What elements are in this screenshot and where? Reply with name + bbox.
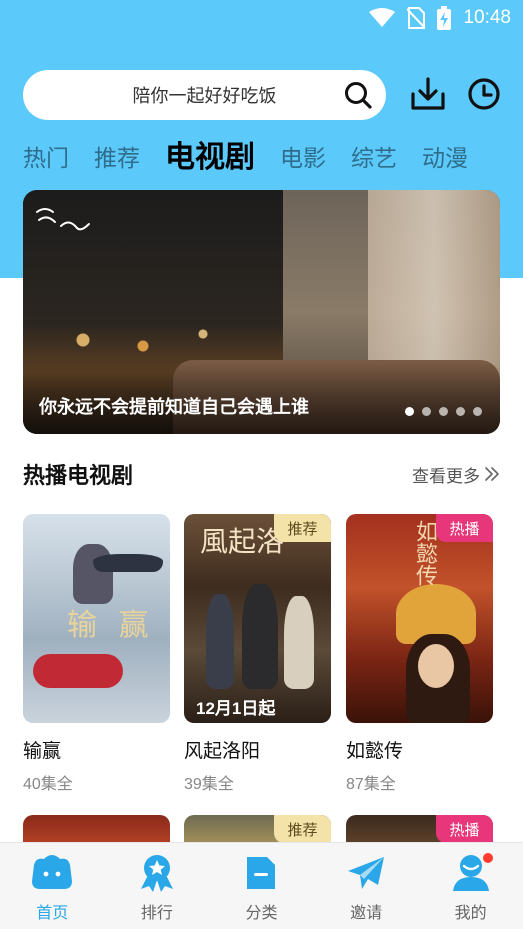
recommend-badge: 推荐	[274, 815, 331, 843]
tab-anime[interactable]: 动漫	[422, 138, 468, 178]
poster-figure	[73, 544, 113, 604]
download-icon[interactable]	[410, 76, 446, 112]
see-more-link[interactable]: 查看更多	[412, 462, 500, 487]
banner-show-logo	[36, 208, 90, 231]
nav-category[interactable]: 分类	[209, 843, 314, 929]
poster-card[interactable]: 風起洛 12月1日起 推荐	[184, 514, 331, 723]
featured-banner[interactable]: 你永远不会提前知道自己会遇上谁	[23, 190, 500, 434]
poster-figure	[33, 654, 123, 688]
category-tabs: 热门 推荐 电视剧 电影 综艺 动漫	[23, 134, 493, 178]
hot-badge: 热播	[436, 815, 493, 843]
double-chevron-right-icon	[485, 467, 499, 481]
banner-dot[interactable]	[456, 407, 465, 416]
poster-card[interactable]: 输 赢	[23, 514, 170, 723]
nav-label: 邀请	[350, 905, 383, 922]
notification-dot	[483, 853, 494, 863]
banner-pagination	[405, 407, 482, 416]
category-folder-icon	[247, 857, 276, 889]
tab-recommend[interactable]: 推荐	[94, 138, 140, 178]
poster-figure	[206, 594, 234, 689]
no-sim-icon	[407, 7, 426, 29]
nav-label: 排行	[140, 905, 173, 922]
ranking-medal-icon	[140, 855, 173, 892]
poster-title-art: 输 赢	[67, 608, 155, 643]
poster-figure	[93, 554, 163, 572]
search-placeholder: 陪你一起好好吃饭	[132, 86, 277, 106]
tab-variety[interactable]: 综艺	[351, 138, 397, 178]
nav-profile[interactable]: 我的	[418, 843, 523, 929]
poster-figure	[418, 644, 454, 688]
poster-figure	[284, 596, 314, 689]
nav-label: 首页	[36, 905, 69, 922]
status-time: 10:48	[463, 7, 511, 28]
card-episodes: 39集全	[184, 776, 234, 793]
nav-label: 我的	[454, 905, 487, 922]
tab-tv-series[interactable]: 电视剧	[165, 138, 255, 178]
card-title[interactable]: 风起洛阳	[184, 736, 260, 763]
card-episodes: 40集全	[23, 776, 73, 793]
card-title[interactable]: 如懿传	[346, 736, 403, 763]
poster-card[interactable]: 如懿传 热播	[346, 514, 493, 723]
banner-dot[interactable]	[405, 407, 414, 416]
section-title: 热播电视剧	[23, 463, 134, 488]
section-header: 热播电视剧 查看更多	[23, 456, 500, 492]
nav-invite[interactable]: 邀请	[314, 843, 419, 929]
nav-ranking[interactable]: 排行	[105, 843, 210, 929]
hot-badge: 热播	[436, 514, 493, 542]
banner-caption: 你永远不会提前知道自己会遇上谁	[39, 397, 309, 417]
bottom-navigation: 首页 排行 分类 邀请 我的	[0, 842, 523, 929]
poster-release-date: 12月1日起	[196, 699, 276, 718]
card-episodes: 87集全	[346, 776, 396, 793]
status-bar: 10:48	[0, 0, 523, 36]
banner-dot[interactable]	[473, 407, 482, 416]
banner-dot[interactable]	[422, 407, 431, 416]
recommend-badge: 推荐	[274, 514, 331, 542]
tab-movies[interactable]: 电影	[280, 138, 326, 178]
tab-hot[interactable]: 热门	[23, 138, 69, 178]
poster-figure	[242, 584, 278, 689]
nav-label: 分类	[245, 905, 278, 922]
battery-charging-icon	[437, 6, 452, 30]
poster-title-art: 風起洛	[200, 525, 285, 558]
card-title[interactable]: 输赢	[23, 736, 61, 763]
search-box[interactable]: 陪你一起好好吃饭	[23, 70, 386, 120]
home-cloud-icon	[32, 855, 73, 889]
search-icon[interactable]	[344, 81, 372, 109]
invite-paper-plane-icon	[348, 857, 385, 889]
see-more-label: 查看更多	[412, 466, 480, 486]
wifi-icon	[369, 8, 396, 27]
history-clock-icon[interactable]	[467, 77, 501, 111]
banner-dot[interactable]	[439, 407, 448, 416]
search-row: 陪你一起好好吃饭	[23, 70, 503, 120]
nav-home[interactable]: 首页	[0, 843, 105, 929]
